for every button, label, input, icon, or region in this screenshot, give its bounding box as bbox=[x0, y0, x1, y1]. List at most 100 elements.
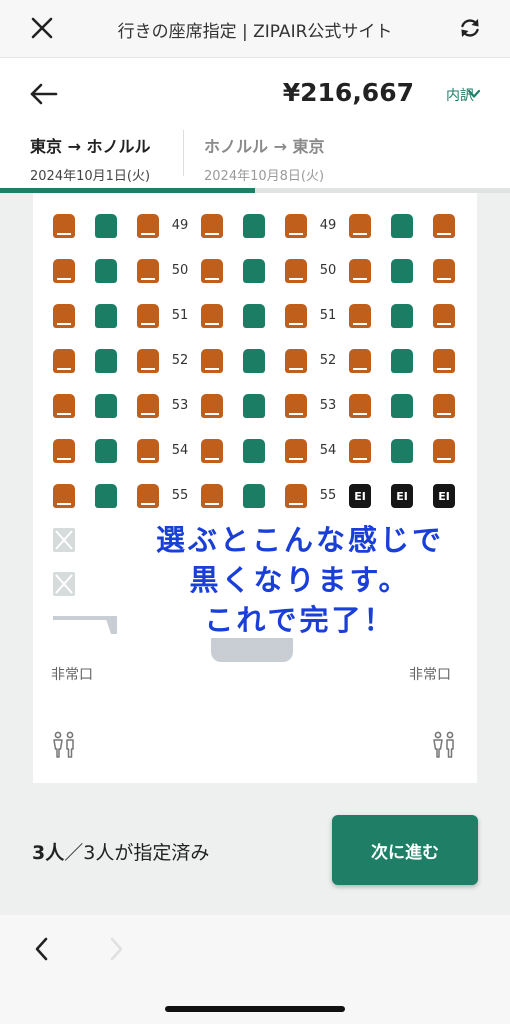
seat[interactable] bbox=[243, 439, 265, 463]
row-number: 49 bbox=[319, 218, 337, 233]
selected-seat[interactable]: EI bbox=[391, 484, 413, 508]
seat[interactable] bbox=[137, 349, 159, 373]
seat[interactable] bbox=[53, 304, 75, 328]
seat[interactable] bbox=[243, 259, 265, 283]
seat[interactable] bbox=[53, 349, 75, 373]
exit-label-left: 非常口 bbox=[51, 667, 93, 683]
annotation-line: 選ぶとこんな感じで bbox=[155, 523, 444, 557]
seat[interactable] bbox=[349, 439, 371, 463]
seat[interactable] bbox=[391, 214, 413, 238]
seat[interactable] bbox=[391, 304, 413, 328]
seat[interactable] bbox=[391, 259, 413, 283]
seat[interactable] bbox=[137, 394, 159, 418]
row-number: 54 bbox=[319, 443, 337, 458]
seat[interactable] bbox=[433, 349, 455, 373]
seat[interactable] bbox=[349, 214, 371, 238]
seat[interactable] bbox=[285, 304, 307, 328]
seat[interactable] bbox=[433, 394, 455, 418]
seat[interactable] bbox=[201, 214, 223, 238]
seat[interactable] bbox=[95, 349, 117, 373]
seat[interactable] bbox=[285, 394, 307, 418]
leg-divider bbox=[183, 130, 184, 176]
seat[interactable] bbox=[285, 349, 307, 373]
lavatory-icon bbox=[433, 731, 454, 758]
seat[interactable] bbox=[391, 439, 413, 463]
seat[interactable] bbox=[433, 259, 455, 283]
next-button[interactable]: 次に進む bbox=[332, 815, 478, 885]
seat[interactable] bbox=[285, 439, 307, 463]
seat[interactable] bbox=[243, 304, 265, 328]
seat[interactable] bbox=[433, 214, 455, 238]
row-number: 53 bbox=[319, 398, 337, 413]
seat[interactable] bbox=[349, 304, 371, 328]
seat[interactable] bbox=[201, 484, 223, 508]
seat[interactable] bbox=[53, 259, 75, 283]
tab-outbound-leg[interactable]: 東京 → ホノルル 2024年10月1日(火) bbox=[30, 130, 151, 190]
leg-date: 2024年10月8日(火) bbox=[204, 169, 325, 184]
seat[interactable] bbox=[349, 394, 371, 418]
row-number: 55 bbox=[171, 488, 189, 503]
seat[interactable] bbox=[201, 349, 223, 373]
row-number: 51 bbox=[319, 308, 337, 323]
seat[interactable] bbox=[137, 259, 159, 283]
seat[interactable] bbox=[433, 439, 455, 463]
seat[interactable] bbox=[95, 439, 117, 463]
seat[interactable] bbox=[243, 394, 265, 418]
row-number: 55 bbox=[319, 488, 337, 503]
selected-seat[interactable]: EI bbox=[433, 484, 455, 508]
nav-back-icon[interactable] bbox=[32, 935, 52, 963]
leg-route: ホノルル → 東京 bbox=[204, 137, 325, 156]
browser-bottom-bar bbox=[0, 915, 510, 1024]
tab-return-leg[interactable]: ホノルル → 東京 2024年10月8日(火) bbox=[204, 130, 325, 190]
seat[interactable] bbox=[243, 484, 265, 508]
reload-icon[interactable] bbox=[456, 14, 484, 42]
seat[interactable] bbox=[53, 484, 75, 508]
seat-map[interactable]: 非常口 非常口 49 49 50 50 51 51 52 52 53 53 54 54 EI EI EI 55… bbox=[33, 193, 477, 783]
galley bbox=[211, 638, 293, 662]
seat[interactable] bbox=[243, 214, 265, 238]
seat[interactable] bbox=[201, 439, 223, 463]
seat[interactable] bbox=[53, 394, 75, 418]
seat[interactable] bbox=[391, 349, 413, 373]
home-indicator bbox=[165, 1006, 345, 1012]
close-icon[interactable] bbox=[28, 14, 56, 42]
seat[interactable] bbox=[95, 304, 117, 328]
seat[interactable] bbox=[53, 439, 75, 463]
seat[interactable] bbox=[53, 214, 75, 238]
nav-forward-icon bbox=[110, 937, 123, 961]
seat[interactable] bbox=[95, 484, 117, 508]
seat[interactable] bbox=[201, 259, 223, 283]
row-number: 54 bbox=[171, 443, 189, 458]
lavatory-icon bbox=[53, 731, 74, 758]
seat[interactable] bbox=[285, 484, 307, 508]
row-number: 50 bbox=[171, 263, 189, 278]
blocked-seat bbox=[53, 528, 75, 552]
row-number: 50 bbox=[319, 263, 337, 278]
annotation-line: これで完了！ bbox=[204, 603, 396, 637]
seat[interactable] bbox=[243, 349, 265, 373]
row-number: 53 bbox=[171, 398, 189, 413]
seat[interactable] bbox=[137, 484, 159, 508]
seat[interactable] bbox=[285, 214, 307, 238]
blocked-seat bbox=[53, 572, 75, 596]
handwritten-annotation: 選ぶとこんな感じで 黒くなります。 これで完了！ bbox=[120, 520, 480, 640]
seat[interactable] bbox=[95, 259, 117, 283]
seat[interactable] bbox=[137, 304, 159, 328]
exit-label-right: 非常口 bbox=[409, 667, 451, 683]
seat[interactable] bbox=[349, 259, 371, 283]
seat[interactable] bbox=[137, 214, 159, 238]
seat[interactable] bbox=[349, 349, 371, 373]
seat[interactable] bbox=[201, 394, 223, 418]
seat[interactable] bbox=[201, 304, 223, 328]
seat[interactable] bbox=[285, 259, 307, 283]
seat[interactable] bbox=[391, 394, 413, 418]
seat[interactable] bbox=[137, 439, 159, 463]
back-arrow-icon[interactable] bbox=[28, 80, 60, 108]
seat[interactable] bbox=[433, 304, 455, 328]
selected-seat[interactable]: EI bbox=[349, 484, 371, 508]
leg-date: 2024年10月1日(火) bbox=[30, 169, 151, 184]
seat[interactable] bbox=[95, 394, 117, 418]
chevron-down-icon[interactable] bbox=[466, 86, 482, 102]
booking-header: ¥216,667 内訳 bbox=[0, 58, 510, 130]
seat[interactable] bbox=[95, 214, 117, 238]
